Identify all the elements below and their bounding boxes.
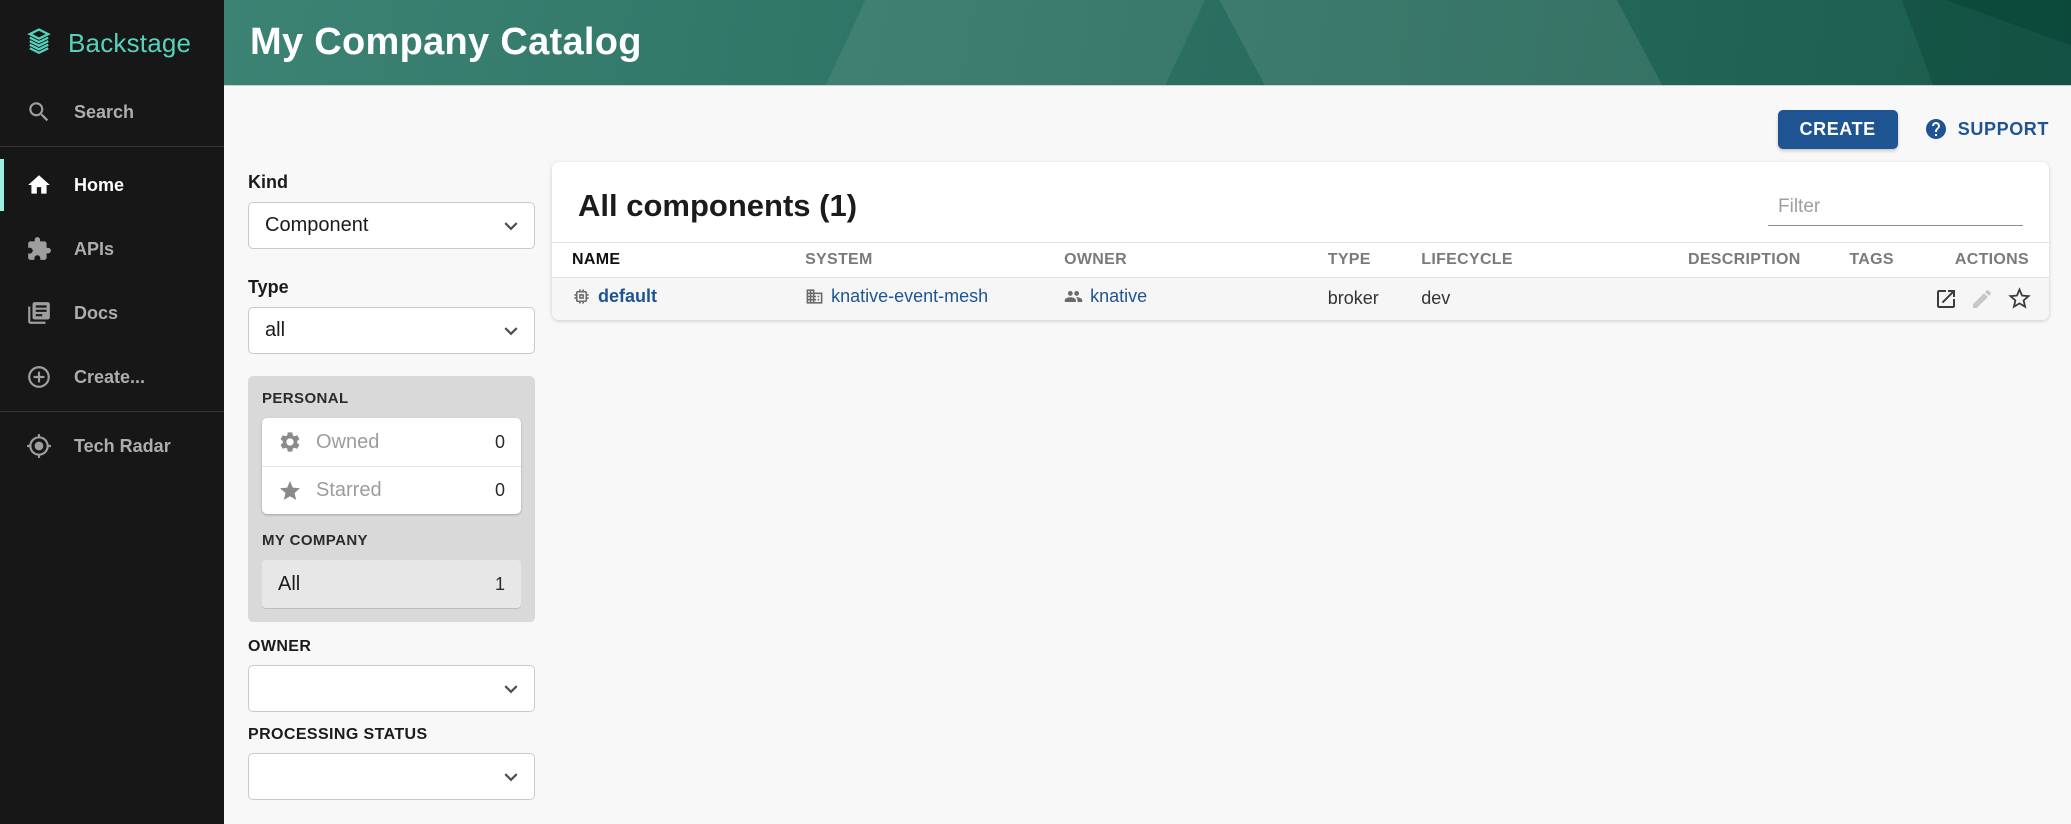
type-filter-label: Type: [248, 277, 535, 298]
personal-section-title: PERSONAL: [262, 390, 521, 407]
backstage-logo-icon: [22, 26, 56, 60]
sidebar-item-docs[interactable]: Docs: [0, 287, 224, 339]
all-filter-row[interactable]: All 1: [262, 560, 521, 608]
content-area: CREATE SUPPORT Kind Component Type all: [224, 86, 2071, 824]
support-label: SUPPORT: [1958, 119, 2049, 140]
gear-icon: [278, 430, 302, 454]
owner-filter-select[interactable]: [248, 665, 535, 712]
type-filter-select[interactable]: all: [248, 307, 535, 354]
column-header-type[interactable]: TYPE: [1328, 243, 1422, 278]
component-chip-icon: [572, 287, 591, 306]
column-header-system[interactable]: SYSTEM: [805, 243, 1064, 278]
row-lifecycle: dev: [1421, 278, 1688, 320]
puzzle-icon: [26, 236, 52, 262]
owner-link[interactable]: knative: [1064, 286, 1147, 307]
column-header-actions: ACTIONS: [1934, 243, 2049, 278]
sidebar-item-tech-radar[interactable]: Tech Radar: [0, 420, 224, 472]
row-actions: [1934, 285, 2033, 312]
create-button[interactable]: CREATE: [1778, 110, 1898, 149]
entity-picker-card: PERSONAL Owned 0 Starred 0 MY: [248, 376, 535, 622]
toolbar: CREATE SUPPORT: [248, 110, 2049, 148]
chevron-down-icon: [498, 318, 524, 344]
sidebar-item-home[interactable]: Home: [0, 159, 224, 211]
page-title: My Company Catalog: [250, 21, 642, 64]
column-header-description[interactable]: DESCRIPTION: [1688, 243, 1849, 278]
all-count: 1: [495, 574, 505, 595]
row-owner: knative: [1090, 286, 1147, 307]
sidebar: Backstage Search Home APIs Docs Create..…: [0, 0, 224, 824]
open-in-new-icon[interactable]: [1934, 287, 1958, 311]
column-header-tags[interactable]: TAGS: [1849, 243, 1934, 278]
sidebar-item-label: APIs: [74, 239, 114, 260]
support-button[interactable]: SUPPORT: [1924, 117, 2049, 141]
table-row: default knative-event-mesh: [552, 278, 2049, 320]
row-description: [1688, 278, 1849, 320]
docs-icon: [26, 300, 52, 326]
column-header-name[interactable]: NAME: [552, 243, 805, 278]
row-type: broker: [1328, 278, 1422, 320]
chevron-down-icon: [498, 764, 524, 790]
starred-count: 0: [495, 480, 505, 501]
type-filter-value: all: [265, 319, 285, 342]
column-header-lifecycle[interactable]: LIFECYCLE: [1421, 243, 1688, 278]
components-table-card: All components (1) NAME: [552, 162, 2049, 320]
edit-icon[interactable]: [1970, 287, 1994, 311]
star-icon: [278, 479, 302, 503]
processing-status-filter-label: PROCESSING STATUS: [248, 726, 535, 744]
sidebar-divider: [0, 146, 224, 147]
sidebar-item-search[interactable]: Search: [0, 86, 224, 138]
backstage-logo[interactable]: Backstage: [0, 0, 224, 86]
sidebar-item-apis[interactable]: APIs: [0, 223, 224, 275]
table-header-row: NAME SYSTEM OWNER TYPE LIFECYCLE DESCRIP…: [552, 243, 2049, 278]
system-link[interactable]: knative-event-mesh: [805, 286, 988, 307]
sidebar-item-label: Create...: [74, 367, 145, 388]
kind-filter-label: Kind: [248, 172, 535, 193]
star-border-icon[interactable]: [2006, 285, 2033, 312]
help-icon: [1924, 117, 1948, 141]
search-icon: [26, 99, 52, 125]
filters-panel: Kind Component Type all PERSONAL: [248, 162, 535, 800]
owned-filter-row[interactable]: Owned 0: [262, 418, 521, 466]
page-header: My Company Catalog: [224, 0, 2071, 86]
logo-text: Backstage: [68, 28, 191, 59]
owned-count: 0: [495, 432, 505, 453]
all-filter-label: All: [278, 573, 495, 596]
table-filter-input[interactable]: [1778, 196, 2023, 218]
table-title: All components (1): [578, 188, 857, 224]
system-building-icon: [805, 287, 824, 306]
home-icon: [26, 172, 52, 198]
row-name: default: [598, 286, 657, 307]
add-circle-icon: [26, 364, 52, 390]
owned-filter-label: Owned: [316, 431, 481, 454]
company-section-title: MY COMPANY: [262, 532, 521, 549]
owner-filter-label: OWNER: [248, 638, 535, 656]
chevron-down-icon: [498, 676, 524, 702]
sidebar-item-label: Home: [74, 175, 124, 196]
sidebar-item-create[interactable]: Create...: [0, 351, 224, 403]
sidebar-item-label: Tech Radar: [74, 436, 171, 457]
row-tags: [1849, 278, 1934, 320]
sidebar-item-label: Search: [74, 102, 134, 123]
radar-icon: [26, 433, 52, 459]
processing-status-filter-select[interactable]: [248, 753, 535, 800]
starred-filter-row[interactable]: Starred 0: [262, 466, 521, 514]
row-system: knative-event-mesh: [831, 286, 988, 307]
chevron-down-icon: [498, 213, 524, 239]
table-filter-field: [1768, 196, 2023, 226]
sidebar-item-label: Docs: [74, 303, 118, 324]
entity-link-default[interactable]: default: [572, 286, 657, 307]
group-icon: [1064, 287, 1083, 306]
sidebar-divider: [0, 411, 224, 412]
column-header-owner[interactable]: OWNER: [1064, 243, 1328, 278]
kind-filter-value: Component: [265, 214, 368, 237]
kind-filter-select[interactable]: Component: [248, 202, 535, 249]
starred-filter-label: Starred: [316, 479, 481, 502]
